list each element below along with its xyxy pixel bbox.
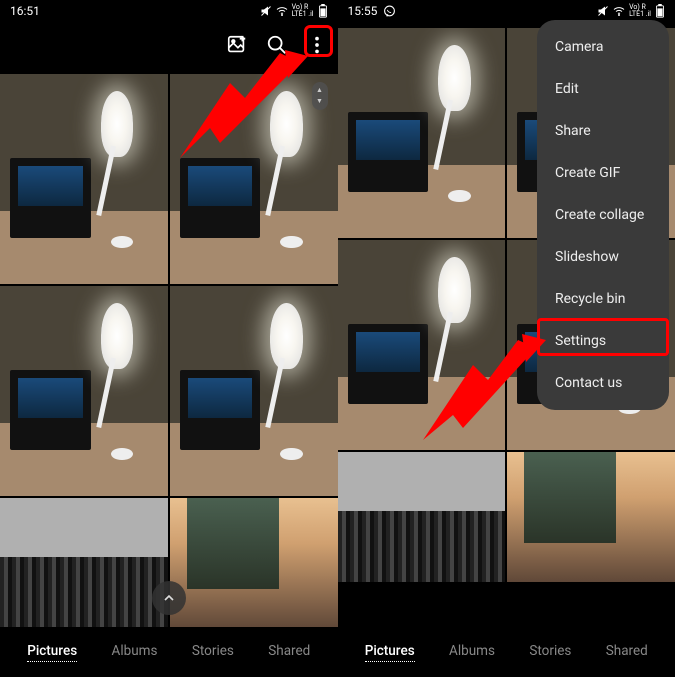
nav-shared[interactable]: Shared (268, 643, 310, 661)
scroll-date-pill[interactable]: ▲ ▼ (312, 82, 328, 110)
nav-stories[interactable]: Stories (192, 643, 234, 661)
nav-albums[interactable]: Albums (112, 643, 158, 661)
bottom-navigation: Pictures Albums Stories Shared (0, 627, 338, 677)
menu-item-recycle-bin[interactable]: Recycle bin (537, 278, 669, 320)
network-label: Vo) R LTE1 .il (292, 4, 314, 18)
scroll-to-top-button[interactable] (152, 581, 186, 615)
status-time: 16:51 (10, 4, 40, 18)
network-label: Vo) R LTE1 .il (629, 4, 651, 18)
photo-thumbnail[interactable] (0, 74, 168, 284)
search-button[interactable] (266, 34, 288, 56)
chevron-down-icon: ▼ (316, 98, 323, 105)
battery-icon (655, 4, 665, 18)
more-options-menu: Camera Edit Share Create GIF Create coll… (537, 20, 669, 410)
menu-item-create-gif[interactable]: Create GIF (537, 152, 669, 194)
status-time: 15:55 (348, 4, 378, 18)
photo-thumbnail[interactable] (338, 240, 506, 450)
more-options-button[interactable] (306, 34, 328, 56)
nav-pictures[interactable]: Pictures (365, 643, 415, 662)
menu-item-camera[interactable]: Camera (537, 26, 669, 68)
status-bar: 15:55 Vo) R LTE1 .il (338, 0, 675, 22)
menu-item-settings[interactable]: Settings (537, 320, 669, 362)
gallery-toolbar (0, 22, 338, 68)
photo-thumbnail[interactable] (338, 28, 506, 238)
status-bar: 16:51 Vo) R LTE1 .il (0, 0, 338, 22)
photo-thumbnail[interactable] (170, 286, 338, 496)
wifi-icon (613, 5, 625, 17)
gallery-grid[interactable] (0, 74, 338, 627)
phone-screenshot-left: 16:51 Vo) R LTE1 .il (0, 0, 338, 677)
battery-icon (318, 4, 328, 18)
nav-albums[interactable]: Albums (449, 643, 495, 661)
phone-screenshot-right: 15:55 Vo) R LTE1 .il (338, 0, 675, 677)
menu-item-slideshow[interactable]: Slideshow (537, 236, 669, 278)
photo-thumbnail[interactable] (507, 452, 675, 582)
photo-thumbnail[interactable] (170, 498, 338, 627)
photo-thumbnail[interactable] (0, 498, 168, 627)
nav-pictures[interactable]: Pictures (27, 643, 77, 662)
menu-item-contact-us[interactable]: Contact us (537, 362, 669, 404)
menu-item-share[interactable]: Share (537, 110, 669, 152)
menu-item-create-collage[interactable]: Create collage (537, 194, 669, 236)
menu-item-edit[interactable]: Edit (537, 68, 669, 110)
nav-shared[interactable]: Shared (606, 643, 648, 661)
photo-thumbnail[interactable] (0, 286, 168, 496)
wifi-icon (276, 5, 288, 17)
create-button[interactable] (226, 34, 248, 56)
mute-icon (597, 5, 609, 17)
bottom-navigation: Pictures Albums Stories Shared (338, 627, 675, 677)
mute-icon (260, 5, 272, 17)
photo-thumbnail[interactable] (338, 452, 506, 582)
whatsapp-icon (383, 5, 396, 18)
nav-stories[interactable]: Stories (529, 643, 571, 661)
chevron-up-icon: ▲ (316, 87, 323, 94)
